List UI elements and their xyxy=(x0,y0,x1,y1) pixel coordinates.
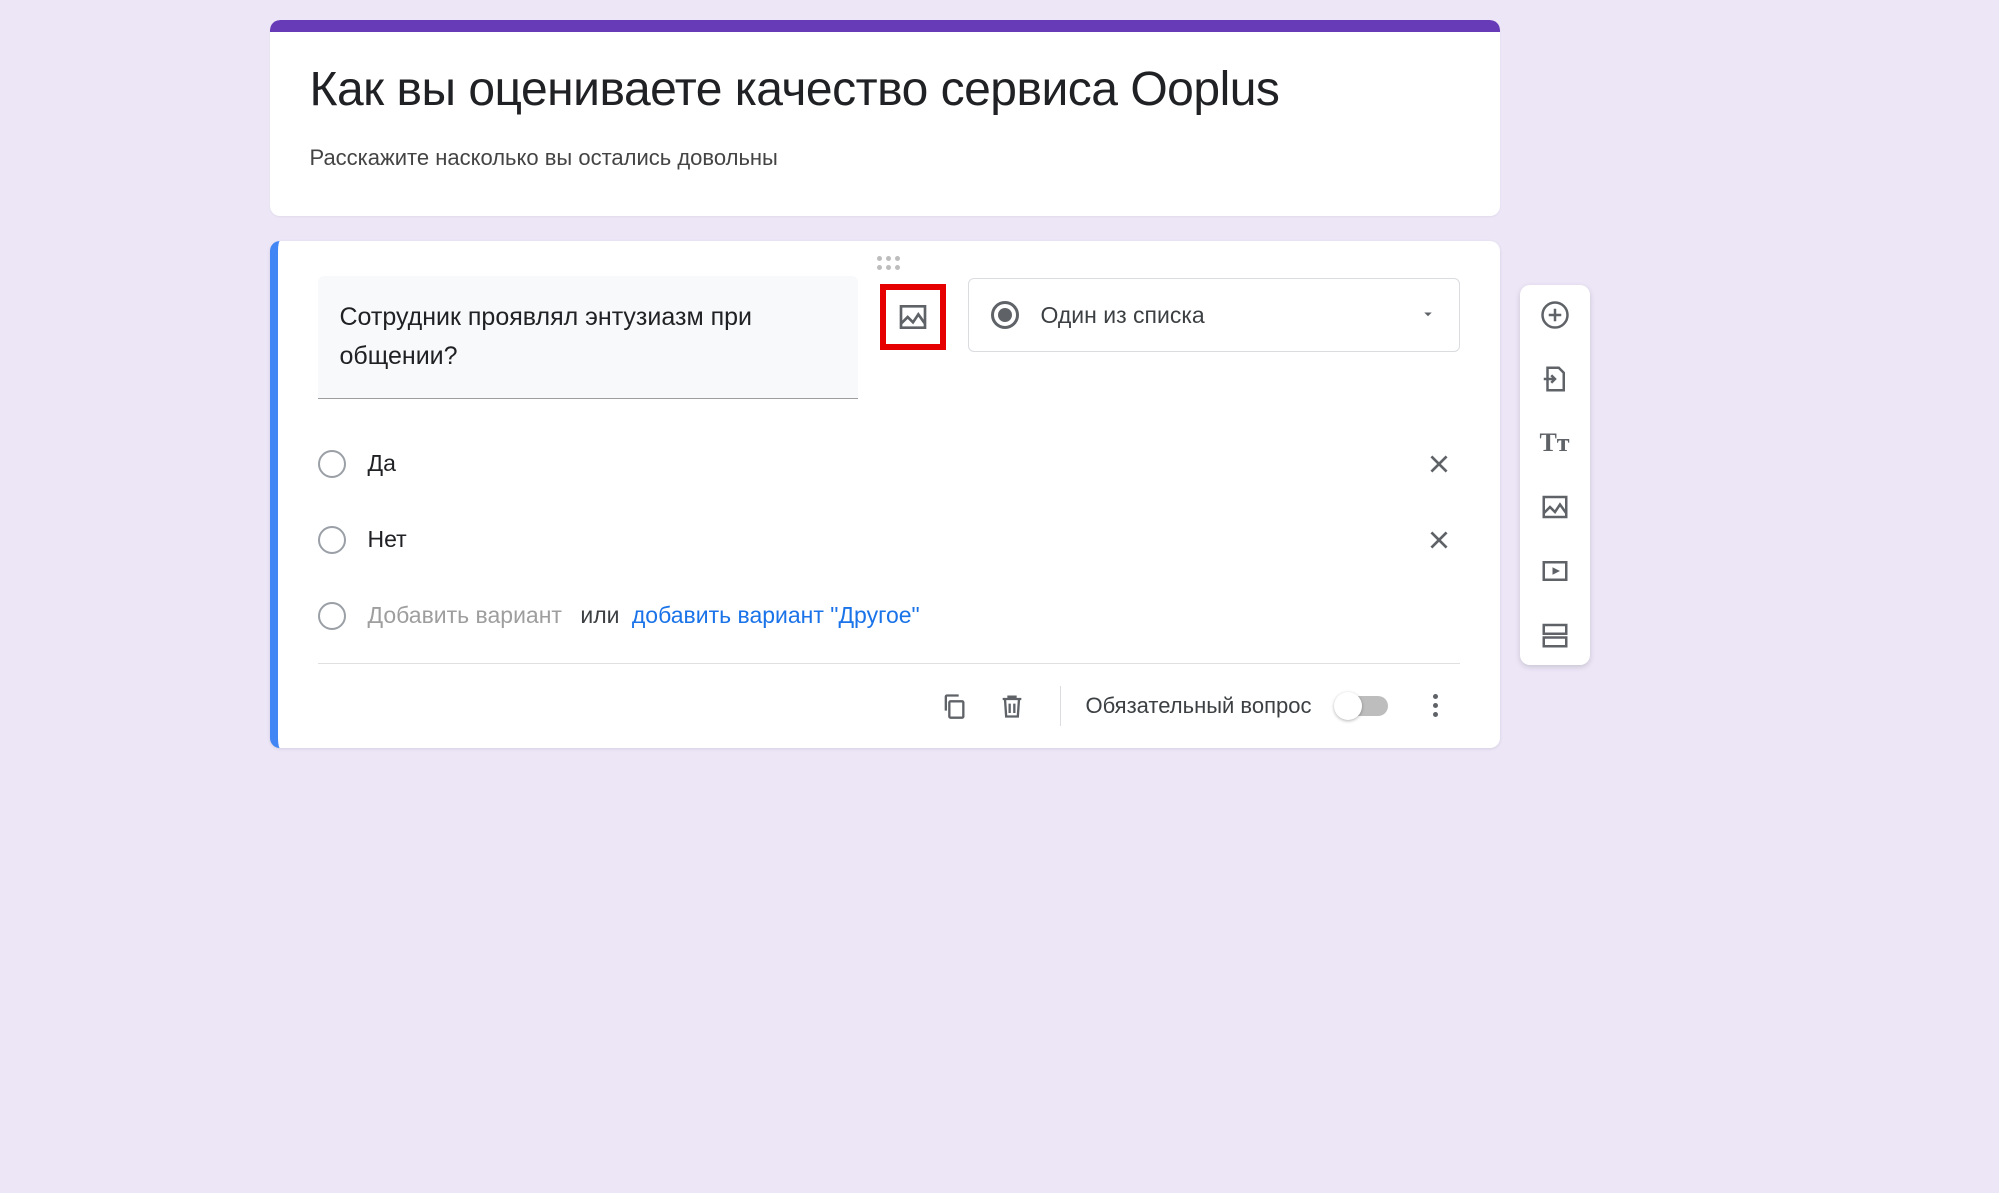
question-title-text[interactable]: Сотрудник проявлял энтузиазм при общении… xyxy=(340,298,836,376)
side-toolbar: Tᴛ xyxy=(1520,285,1590,665)
add-question-button[interactable] xyxy=(1531,297,1579,333)
required-label: Обязательный вопрос xyxy=(1085,693,1311,719)
option-row: Да xyxy=(318,441,1460,487)
option-row: Нет xyxy=(318,517,1460,563)
close-icon xyxy=(1426,451,1452,477)
add-image-button[interactable] xyxy=(880,284,946,350)
add-option-placeholder[interactable]: Добавить вариант xyxy=(368,602,562,628)
options-list: Да Нет Добавить вариант или xyxy=(318,441,1460,639)
toggle-knob xyxy=(1334,692,1362,720)
trash-icon xyxy=(998,692,1026,720)
chevron-down-icon xyxy=(1419,302,1437,329)
question-footer: Обязательный вопрос xyxy=(318,663,1460,748)
add-title-button[interactable]: Tᴛ xyxy=(1531,425,1579,461)
add-section-button[interactable] xyxy=(1531,617,1579,653)
drag-handle[interactable] xyxy=(318,256,1460,276)
option-text[interactable]: Да xyxy=(368,450,1418,477)
add-option-row: Добавить вариант или добавить вариант "Д… xyxy=(318,593,1460,639)
add-image-toolbar-button[interactable] xyxy=(1531,489,1579,525)
more-options-button[interactable] xyxy=(1412,682,1460,730)
copy-icon xyxy=(940,692,968,720)
radio-icon xyxy=(991,301,1019,329)
import-icon xyxy=(1540,364,1570,394)
radio-outline-icon xyxy=(318,526,346,554)
duplicate-button[interactable] xyxy=(930,682,978,730)
drag-dots-icon xyxy=(877,256,900,270)
option-text[interactable]: Нет xyxy=(368,526,1418,553)
header-accent xyxy=(270,20,1500,32)
radio-outline-icon xyxy=(318,602,346,630)
import-questions-button[interactable] xyxy=(1531,361,1579,397)
add-video-button[interactable] xyxy=(1531,553,1579,589)
question-card: Сотрудник проявлял энтузиазм при общении… xyxy=(270,241,1500,748)
question-type-select[interactable]: Один из списка xyxy=(968,278,1460,352)
more-vertical-icon xyxy=(1433,694,1438,717)
required-toggle[interactable] xyxy=(1336,696,1388,716)
image-icon xyxy=(897,301,929,333)
question-title-field[interactable]: Сотрудник проявлял энтузиазм при общении… xyxy=(318,276,858,399)
plus-circle-icon xyxy=(1540,300,1570,330)
radio-outline-icon xyxy=(318,450,346,478)
or-label: или xyxy=(580,602,619,628)
separator xyxy=(1060,686,1061,726)
form-header-card: Как вы оцениваете качество сервиса Ooplu… xyxy=(270,20,1500,216)
text-icon: Tᴛ xyxy=(1539,428,1569,458)
image-icon xyxy=(1540,492,1570,522)
section-icon xyxy=(1540,620,1570,650)
delete-button[interactable] xyxy=(988,682,1036,730)
question-type-label: Один из списка xyxy=(1041,302,1419,329)
remove-option-button[interactable] xyxy=(1418,443,1460,485)
form-description[interactable]: Расскажите насколько вы остались довольн… xyxy=(310,145,1460,171)
close-icon xyxy=(1426,527,1452,553)
video-icon xyxy=(1540,556,1570,586)
add-other-link[interactable]: добавить вариант "Другое" xyxy=(632,602,920,628)
remove-option-button[interactable] xyxy=(1418,519,1460,561)
form-title[interactable]: Как вы оцениваете качество сервиса Ooplu… xyxy=(310,62,1460,117)
